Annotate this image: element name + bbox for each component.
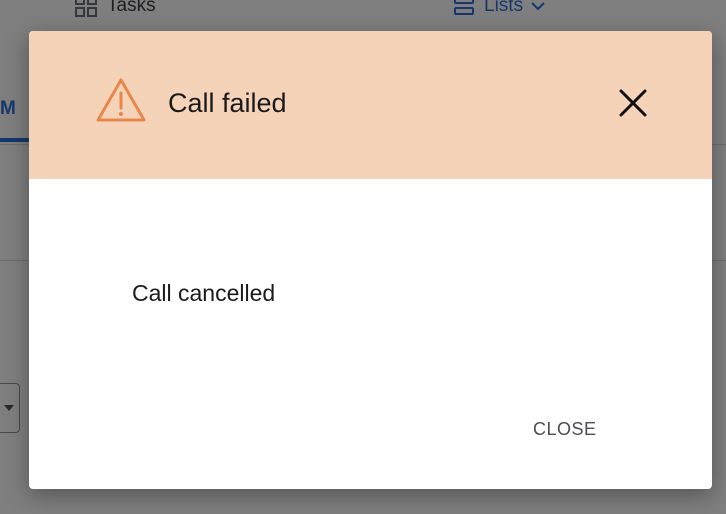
close-icon[interactable] — [613, 83, 653, 123]
dialog-title: Call failed — [168, 88, 287, 118]
close-button[interactable]: CLOSE — [519, 411, 611, 447]
dialog-message: Call cancelled — [132, 280, 276, 306]
warning-triangle-icon — [96, 78, 146, 122]
call-failed-dialog: Call failed Call cancelled CLOSE — [29, 31, 712, 489]
dialog-header: Call failed — [29, 31, 712, 179]
